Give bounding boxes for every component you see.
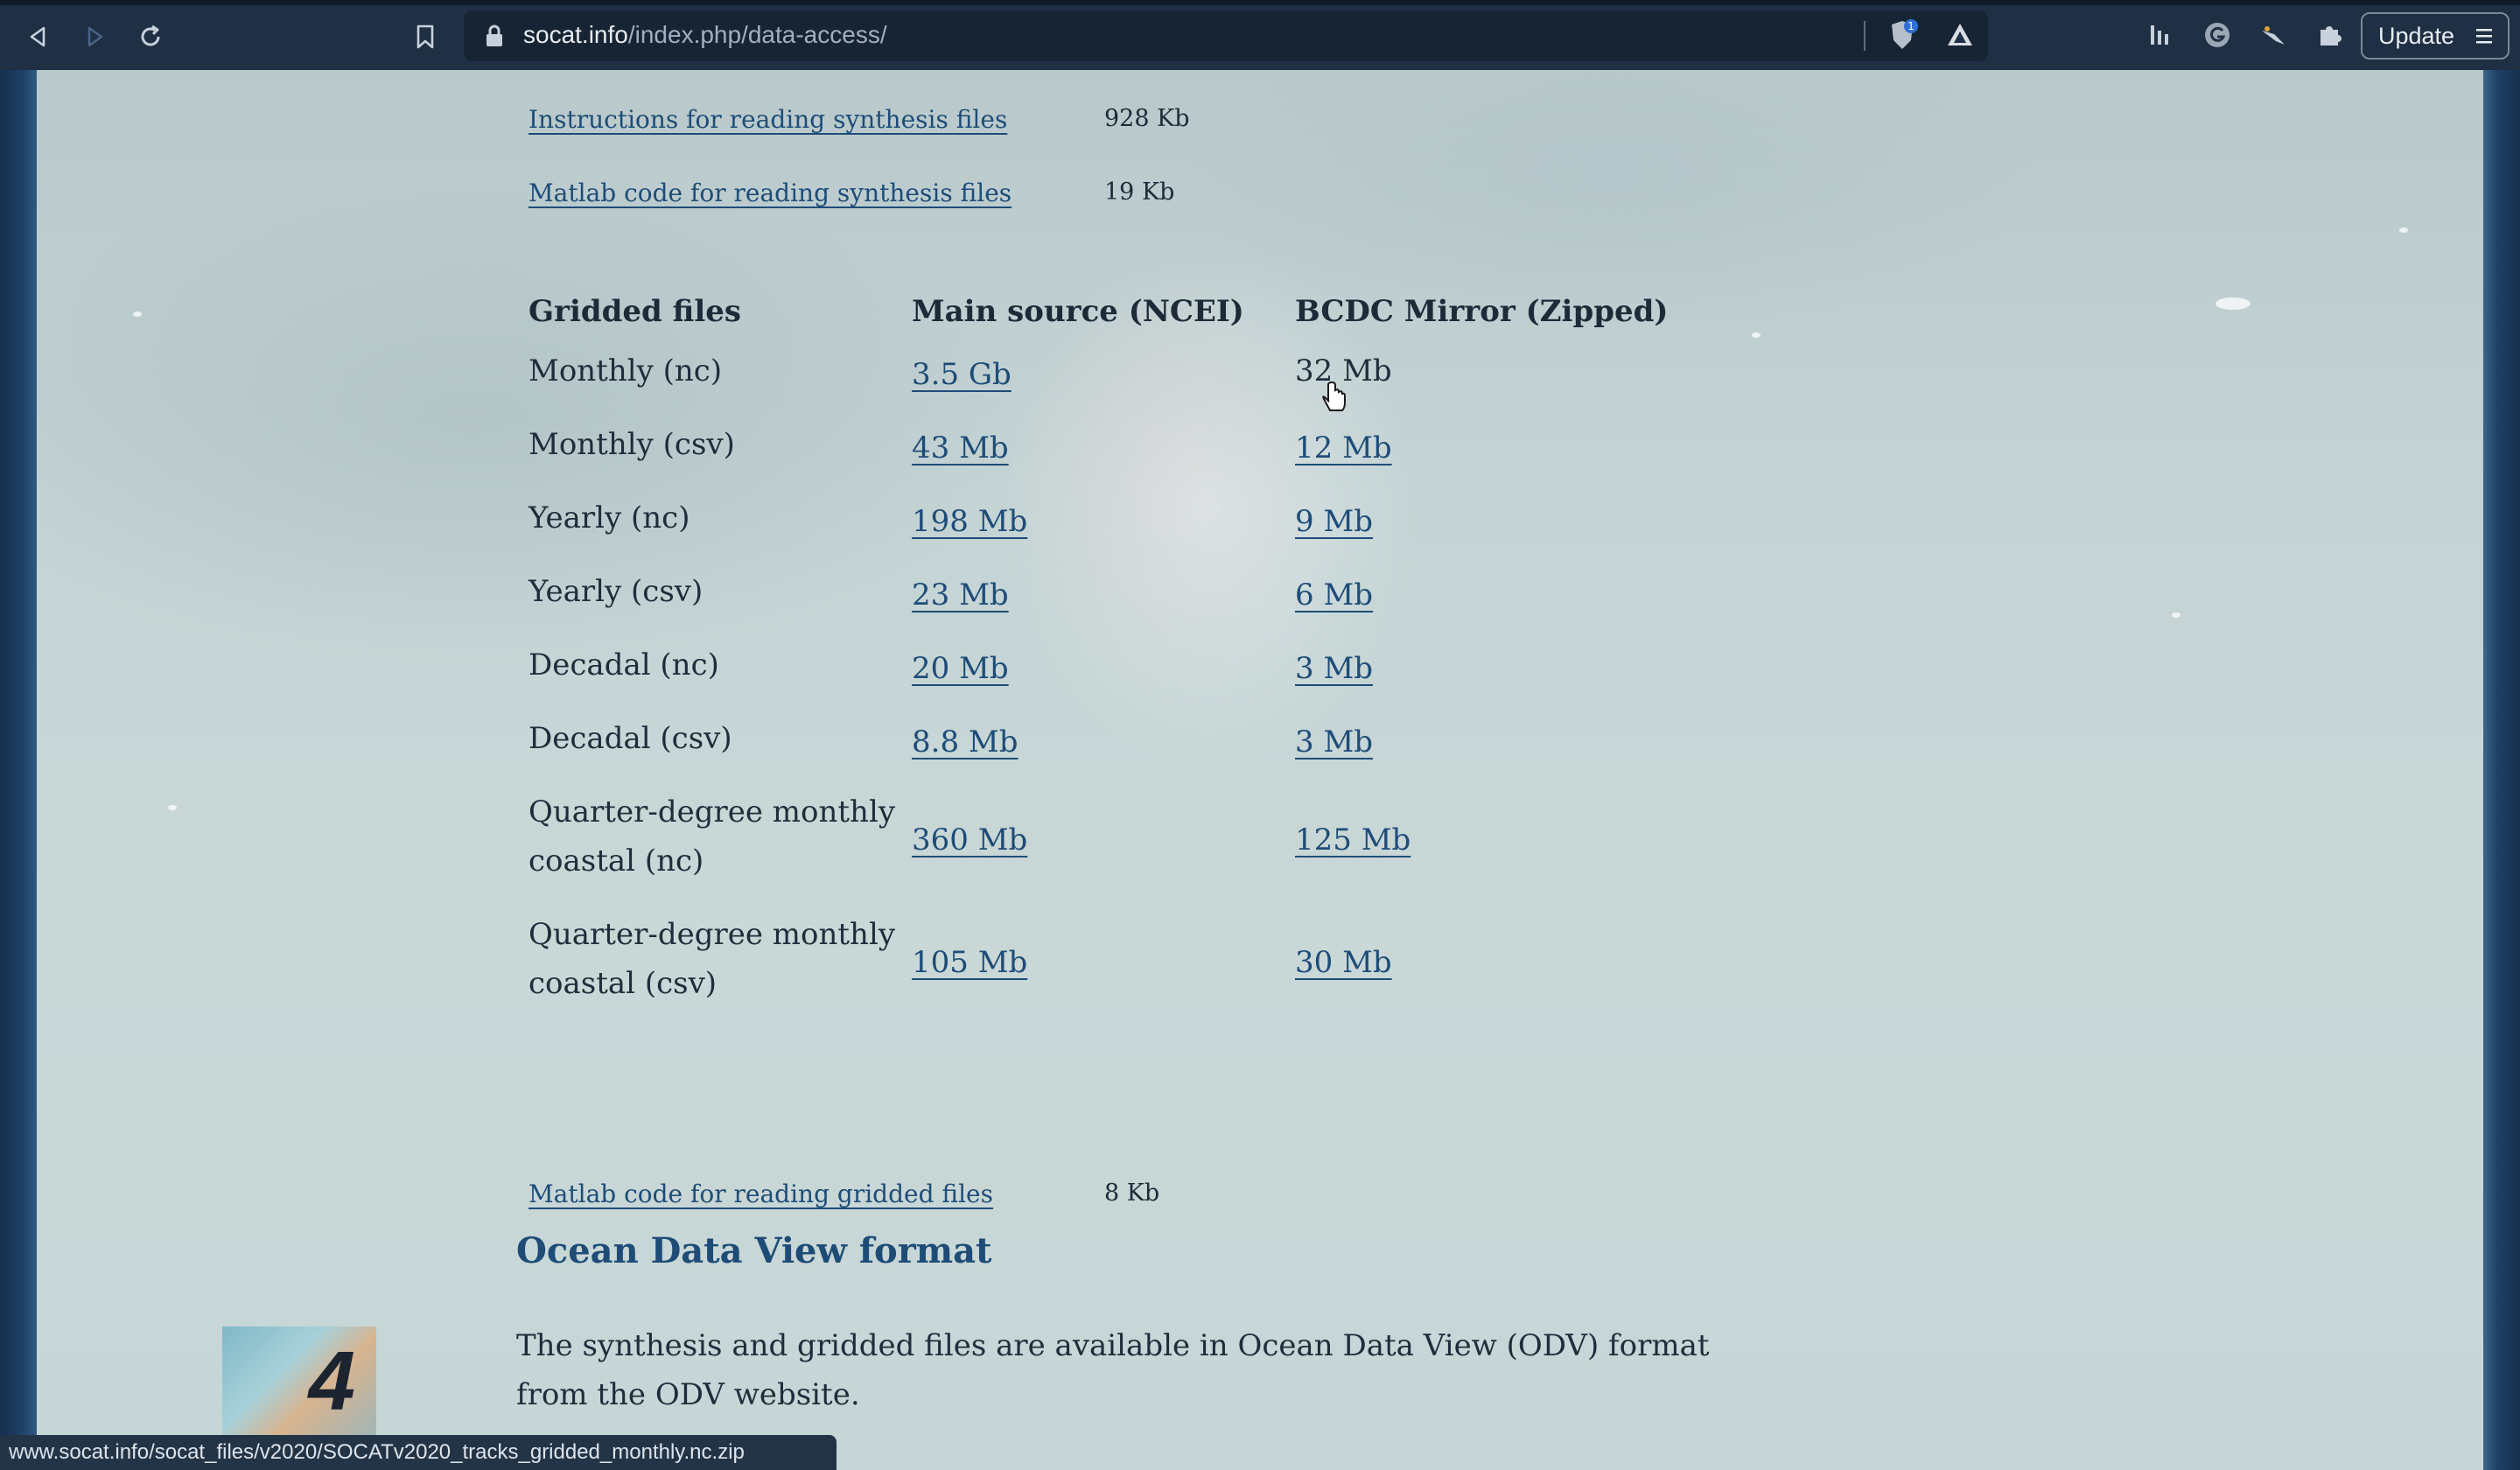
back-icon xyxy=(30,26,46,47)
puzzle-icon xyxy=(2320,26,2342,46)
rewards-triangle-icon xyxy=(1948,24,1972,46)
ncei-download-link[interactable]: 3.5 Gb xyxy=(912,357,1012,392)
bcdc-download-link[interactable]: 3 Mb xyxy=(1295,724,1373,760)
ncei-download-link[interactable]: 198 Mb xyxy=(912,504,1027,539)
extension-bars-button[interactable] xyxy=(2140,16,2179,54)
table-row-label: Quarter-degree monthly xyxy=(528,794,896,830)
table-header-main-source: Main source (NCEI) xyxy=(912,294,1244,329)
table-header-gridded-files: Gridded files xyxy=(528,294,742,329)
bars-icon xyxy=(2151,25,2168,45)
grammarly-icon xyxy=(2205,23,2230,47)
file-size: 19 Kb xyxy=(1104,178,1175,206)
water-sparkle xyxy=(2399,228,2408,233)
shield-icon: 1 xyxy=(1892,19,1918,49)
page-background-right xyxy=(2483,70,2520,1470)
browser-toolbar: socat.info/index.php/data-access/ 1 Upda… xyxy=(0,0,2520,70)
grammarly-button[interactable] xyxy=(2198,16,2236,54)
ncei-download-link[interactable]: 8.8 Mb xyxy=(912,724,1018,760)
water-sparkle xyxy=(2172,612,2180,618)
table-header-bcdc-mirror: BCDC Mirror (Zipped) xyxy=(1295,294,1669,329)
window-top-edge xyxy=(0,0,2520,5)
bcdc-download-link[interactable]: 12 Mb xyxy=(1295,430,1392,466)
url-divider xyxy=(1864,21,1866,51)
bookmark-button[interactable] xyxy=(404,16,446,58)
status-bar-url: www.socat.info/socat_files/v2020/SOCATv2… xyxy=(0,1435,836,1470)
bcdc-download-link[interactable]: 125 Mb xyxy=(1295,822,1410,858)
odv-paragraph: The synthesis and gridded files are avai… xyxy=(516,1328,1710,1412)
table-row-label-line2: coastal (csv) xyxy=(528,966,718,1001)
ncei-download-link[interactable]: 360 Mb xyxy=(912,822,1027,858)
forward-icon xyxy=(88,26,103,47)
update-label: Update xyxy=(2378,22,2455,49)
table-row-label-line2: coastal (nc) xyxy=(528,844,704,878)
content-panel xyxy=(37,70,2483,1470)
thumbnail-number: 4 xyxy=(308,1334,355,1428)
url-path: /index.php/data-access/ xyxy=(627,21,887,48)
table-row-label: Decadal (nc) xyxy=(528,648,719,682)
forward-button[interactable] xyxy=(74,16,116,58)
url-text: socat.info/index.php/data-access/ xyxy=(523,21,887,49)
bird-icon xyxy=(2262,26,2285,45)
reload-button[interactable] xyxy=(130,16,172,58)
table-row-label: Yearly (nc) xyxy=(528,500,690,536)
file-size: 8 Kb xyxy=(1104,1180,1160,1207)
extension-bird-button[interactable] xyxy=(2254,16,2292,54)
page-background-left xyxy=(0,70,37,1470)
address-bar[interactable]: socat.info/index.php/data-access/ 1 xyxy=(464,10,1988,61)
bcdc-download-link[interactable]: 30 Mb xyxy=(1295,945,1392,980)
bcdc-download-link[interactable]: 6 Mb xyxy=(1295,578,1373,612)
table-row-label: Yearly (csv) xyxy=(528,574,704,609)
reload-icon xyxy=(141,24,160,46)
brave-shield-button[interactable]: 1 xyxy=(1885,18,1920,52)
menu-icon xyxy=(2476,29,2492,44)
water-sparkle xyxy=(133,312,142,317)
table-row-label: Monthly (csv) xyxy=(528,427,735,462)
water-sparkle xyxy=(2216,298,2250,310)
file-size: 928 Kb xyxy=(1104,105,1190,132)
table-row-label: Decadal (csv) xyxy=(528,721,732,756)
lock-icon xyxy=(486,24,502,46)
instructions-synthesis-link[interactable]: Instructions for reading synthesis files xyxy=(528,105,1007,134)
water-sparkle xyxy=(168,805,177,810)
ncei-download-link[interactable]: 20 Mb xyxy=(912,651,1009,686)
bookmark-icon xyxy=(416,24,434,49)
back-button[interactable] xyxy=(18,16,60,58)
bcdc-download-link[interactable]: 3 Mb xyxy=(1295,651,1373,686)
table-row-label: Monthly (nc) xyxy=(528,354,723,388)
page-viewport: Instructions for reading synthesis files… xyxy=(0,70,2520,1470)
update-button[interactable]: Update xyxy=(2361,12,2510,60)
ncei-download-link[interactable]: 43 Mb xyxy=(912,430,1009,466)
water-sparkle xyxy=(1752,332,1760,338)
hand-cursor-icon xyxy=(1322,382,1346,411)
table-row-label: Quarter-degree monthly xyxy=(528,917,896,952)
shield-badge: 1 xyxy=(1908,20,1914,32)
matlab-gridded-link[interactable]: Matlab code for reading gridded files xyxy=(528,1180,993,1208)
url-host: socat.info xyxy=(523,21,628,48)
ncei-download-link[interactable]: 105 Mb xyxy=(912,945,1027,980)
matlab-synthesis-link[interactable]: Matlab code for reading synthesis files xyxy=(528,178,1012,207)
section-heading-odv: Ocean Data View format xyxy=(516,1230,992,1271)
brave-rewards-button[interactable] xyxy=(1944,19,1976,51)
ncei-download-link[interactable]: 23 Mb xyxy=(912,578,1009,612)
bcdc-download-link[interactable]: 9 Mb xyxy=(1295,504,1373,539)
extensions-button[interactable] xyxy=(2310,16,2348,54)
